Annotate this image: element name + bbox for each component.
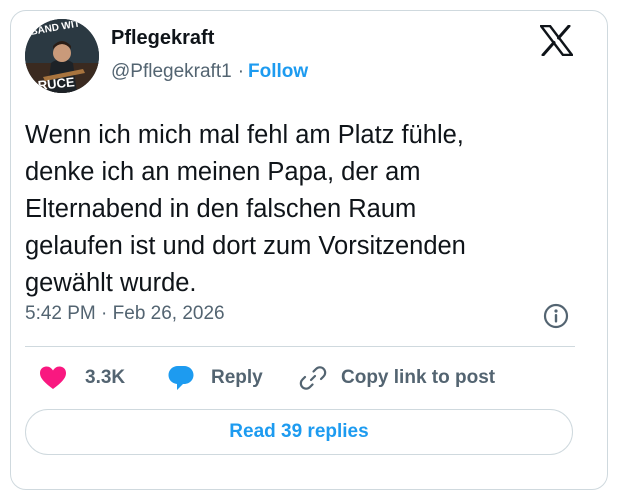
tweet-line: Wenn ich mich mal fehl am Platz fühle, [25, 121, 464, 149]
read-replies-button[interactable]: Read 39 replies [25, 409, 573, 455]
divider [25, 346, 575, 347]
link-icon [299, 366, 327, 390]
avatar-image: BAND WIT BRUCE [25, 19, 99, 93]
follow-button[interactable]: Follow [248, 61, 308, 82]
reply-label: Reply [211, 367, 263, 388]
action-bar: 3.3K Reply Copy link to post [25, 360, 585, 396]
info-icon[interactable] [543, 303, 569, 329]
speech-bubble-icon [168, 366, 194, 390]
separator-dot: · [237, 61, 245, 82]
x-logo-icon[interactable] [539, 24, 574, 57]
tweet-line: denke ich an meinen Papa, der am [25, 158, 421, 186]
author-handle-row: @Pflegekraft1 · Follow [111, 61, 308, 83]
tweet-timestamp[interactable]: 5:42 PM · Feb 26, 2026 [25, 303, 225, 325]
tweet-line: Elternabend in den falschen Raum [25, 195, 417, 223]
copy-link-label: Copy link to post [341, 367, 496, 388]
author-name[interactable]: Pflegekraft [111, 27, 214, 50]
reply-button[interactable]: Reply [167, 360, 263, 396]
heart-icon [40, 366, 66, 389]
copy-link-button[interactable]: Copy link to post [299, 360, 495, 396]
tweet-line: gewählt wurde. [25, 269, 197, 297]
tweet-text: Wenn ich mich mal fehl am Platz fühle, d… [25, 117, 585, 302]
likes-count: 3.3K [85, 367, 126, 388]
tweet-line: gelaufen ist und dort zum Vorsitzenden [25, 232, 466, 260]
like-button[interactable]: 3.3K [39, 360, 125, 396]
author-handle[interactable]: @Pflegekraft1 [111, 61, 232, 82]
avatar[interactable]: BAND WIT BRUCE [25, 19, 99, 93]
